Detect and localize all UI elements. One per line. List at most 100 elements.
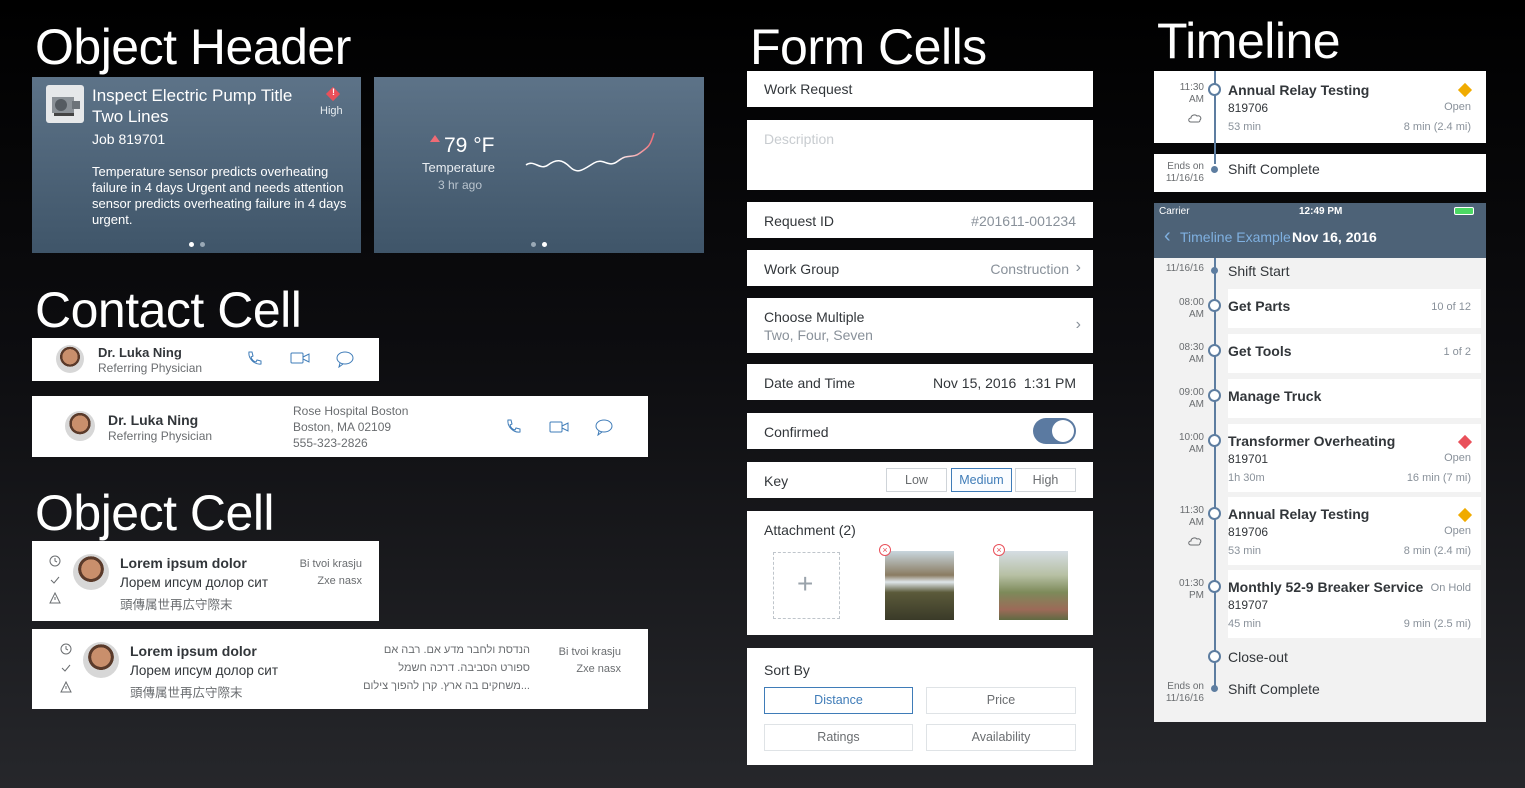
key-label: Key (764, 473, 789, 489)
contact-cell-compact[interactable]: Dr. Luka Ning Referring Physician (32, 338, 379, 381)
waterfall-photo-thumbnail[interactable] (885, 551, 954, 620)
confirmed-toggle[interactable] (1033, 418, 1076, 444)
timeline-ampm: PM (1189, 590, 1204, 601)
timeline-node (1208, 580, 1221, 593)
object-description-line2: ספורט הסביבה. דרכה חשמל (398, 662, 530, 674)
description-field[interactable]: Description (747, 120, 1093, 190)
add-attachment-button[interactable]: + (773, 552, 840, 619)
timeline-node (1208, 83, 1221, 96)
carrier-label: Carrier (1159, 206, 1190, 217)
nav-title: Nov 16, 2016 (1292, 229, 1377, 245)
kpi-header-panel[interactable]: 79 °F Temperature 3 hr ago (374, 77, 704, 253)
sort-distance-button[interactable]: Distance (764, 687, 913, 714)
sort-by-label: Sort By (764, 662, 810, 678)
flower-photo-thumbnail[interactable] (999, 551, 1068, 620)
object-title: Lorem ipsum dolor (120, 555, 247, 571)
time-value[interactable]: 1:31 PM (1024, 375, 1076, 391)
ends-on-date: 11/16/16 (1165, 693, 1204, 704)
object-cell-regular[interactable]: Lorem ipsum dolor Лорем ипсум долор сит … (32, 629, 648, 709)
back-chevron-icon[interactable]: ‹ (1164, 226, 1171, 246)
key-low-segment[interactable]: Low (886, 468, 947, 492)
object-cell-compact[interactable]: Lorem ipsum dolor Лорем ипсум долор сит … (32, 541, 379, 621)
timeline-time: 10:00 (1178, 432, 1204, 443)
phone-icon[interactable] (504, 418, 522, 436)
work-request-field[interactable]: Work Request (747, 71, 1093, 107)
object-subtitle: Лорем ипсум долор сит (130, 663, 279, 678)
timeline-item-distance: 16 min (7 mi) (1406, 472, 1471, 484)
timeline-time: 11:30 (1179, 505, 1204, 516)
key-medium-segment[interactable]: Medium (951, 468, 1012, 492)
attachment-row: Attachment (2) + × × (747, 511, 1093, 635)
timeline-time: 08:00 (1178, 297, 1204, 308)
timeline-item-title: Get Parts (1228, 298, 1291, 314)
sort-ratings-button[interactable]: Ratings (764, 724, 913, 751)
timeline-section-title: Timeline (1157, 13, 1341, 69)
date-time-row[interactable]: Date and Time Nov 15, 2016 1:31 PM (747, 364, 1093, 400)
message-icon[interactable] (335, 350, 355, 368)
kpi-label: Temperature (422, 160, 495, 175)
timeline-time: 09:00 (1178, 387, 1204, 398)
timeline-ampm: AM (1189, 354, 1204, 365)
page-indicator-2[interactable] (374, 242, 704, 247)
contact-name: Dr. Luka Ning (98, 345, 182, 360)
back-button[interactable]: Timeline Example (1180, 229, 1291, 245)
key-high-segment[interactable]: High (1015, 468, 1076, 492)
timeline-item-status: On Hold (1430, 582, 1471, 594)
phone-icon[interactable] (245, 350, 263, 368)
date-time-label: Date and Time (764, 375, 856, 391)
contact-address-line2: Boston, MA 02109 (293, 420, 392, 434)
timeline-end-dot (1211, 166, 1218, 173)
object-cell-section-title: Object Cell (35, 485, 275, 541)
remove-attachment-icon[interactable]: × (993, 544, 1005, 556)
sort-price-button[interactable]: Price (926, 687, 1076, 714)
request-id-label: Request ID (764, 213, 835, 229)
description-placeholder: Description (764, 131, 835, 147)
timeline-item-duration: 53 min (1228, 121, 1262, 133)
warning-icon (60, 681, 72, 693)
object-header-description: Temperature sensor predicts overheating … (92, 164, 347, 227)
timeline-item-job: 819706 (1228, 101, 1269, 115)
timeline-node (1208, 299, 1221, 312)
cloud-icon (1187, 111, 1203, 129)
timeline-node (1208, 507, 1221, 520)
timeline-item-progress: 1 of 2 (1443, 346, 1471, 358)
page-indicator[interactable] (32, 242, 361, 247)
timeline-ampm: AM (1189, 94, 1204, 105)
timeline-item-status: Open (1444, 525, 1471, 537)
timeline-item-distance: 9 min (2.5 mi) (1403, 618, 1471, 630)
shift-complete-label: Shift Complete (1228, 681, 1320, 697)
priority-label: High (320, 105, 343, 117)
choose-multiple-value: Two, Four, Seven (764, 327, 873, 343)
object-header-section-title: Object Header (35, 19, 351, 75)
work-group-value: Construction (990, 261, 1069, 277)
object-header-panel[interactable]: Inspect Electric Pump Title Two Lines Jo… (32, 77, 361, 253)
choose-multiple-label: Choose Multiple (764, 309, 865, 325)
contact-address-line1: Rose Hospital Boston (293, 404, 409, 418)
chevron-right-icon: › (1075, 259, 1081, 276)
timeline-node (1208, 650, 1221, 663)
message-icon[interactable] (594, 418, 614, 436)
date-value[interactable]: Nov 15, 2016 (933, 375, 1016, 391)
chevron-right-icon: › (1075, 316, 1081, 333)
checkmark-icon (60, 662, 72, 674)
timeline-ampm: AM (1189, 517, 1204, 528)
sort-availability-button[interactable]: Availability (926, 724, 1076, 751)
work-request-label: Work Request (764, 81, 853, 97)
work-group-row[interactable]: Work Group Construction › (747, 250, 1093, 286)
avatar (56, 345, 84, 373)
kpi-time: 3 hr ago (438, 178, 483, 192)
temperature-trend-chart (525, 132, 655, 172)
work-group-label: Work Group (764, 261, 840, 277)
confirmed-row: Confirmed (747, 413, 1093, 449)
timeline-time: 08:30 (1178, 342, 1204, 353)
choose-multiple-row[interactable]: Choose Multiple Two, Four, Seven › (747, 298, 1093, 353)
timeline-item-job: 819706 (1228, 525, 1269, 539)
timeline-start-dot (1211, 267, 1218, 274)
object-footnote: 頭傳属世再広守際末 (120, 598, 233, 612)
contact-cell-regular[interactable]: Dr. Luka Ning Referring Physician Rose H… (32, 396, 648, 457)
avatar (83, 642, 119, 678)
video-icon[interactable] (290, 351, 310, 365)
video-icon[interactable] (549, 420, 569, 434)
remove-attachment-icon[interactable]: × (879, 544, 891, 556)
timeline-item-progress: 10 of 12 (1431, 301, 1471, 313)
